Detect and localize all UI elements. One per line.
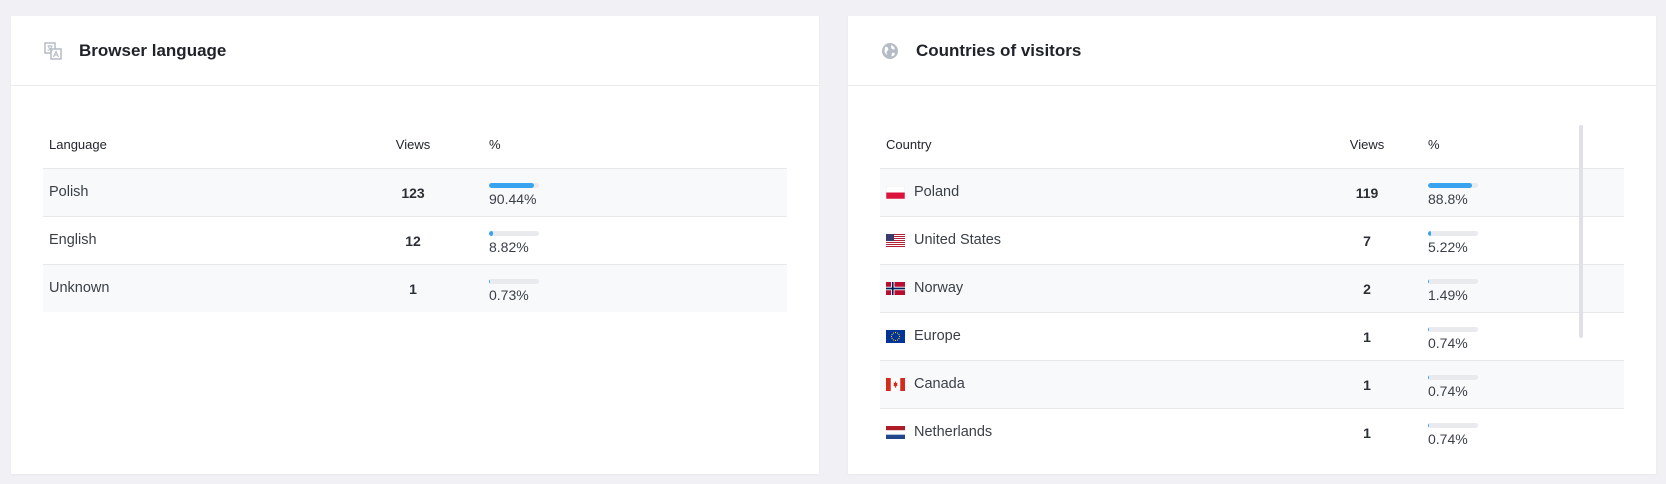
eu-flag-icon [886,330,905,344]
country-name: Poland [914,184,960,201]
language-name: Polish [49,184,89,201]
percent-value: 0.74% [1428,430,1468,447]
percent-value: 0.73% [489,286,529,303]
percent-cell: 1.49% [1422,264,1624,313]
percent-cell: 0.74% [1422,312,1624,361]
country-name: United States [914,232,1002,249]
percent-bar-fill [1428,278,1429,284]
percent-bar-fill [1428,374,1429,380]
percent-value: 0.74% [1428,334,1468,351]
percent-bar-fill [1428,422,1429,428]
country-name: Canada [914,376,965,393]
card-title: Countries of visitors [916,40,1082,60]
language-table-wrap: Language Views % Polish 123 90.44% English 1… [43,121,787,312]
language-name: English [49,232,97,249]
percent-bar [1428,182,1478,188]
browser-language-header: Browser language [11,16,819,86]
country-cell: United States [880,216,1312,265]
country-name: Norway [914,280,964,297]
percent-cell: 8.82% [483,216,787,265]
countries-table: Country Views % Poland 119 88.8% United Sta… [880,121,1624,456]
browser-language-card: Browser language Language Views % Polish… [11,16,819,474]
views-value: 2 [1312,264,1422,313]
countries-scrollbar[interactable] [1579,125,1583,338]
country-cell: Netherlands [880,409,1312,457]
percent-bar [1428,374,1478,380]
percent-value: 8.82% [489,238,529,255]
percent-value: 5.22% [1428,238,1468,255]
percent-bar-fill [1428,230,1431,236]
percent-cell: 5.22% [1422,216,1624,265]
percent-value: 88.8% [1428,190,1468,207]
percent-bar [1428,278,1478,284]
percent-cell: 88.8% [1422,168,1624,217]
column-header-views[interactable]: Views [1312,121,1422,169]
percent-cell: 90.44% [483,168,787,217]
percent-bar [489,230,539,236]
views-value: 1 [343,264,483,312]
percent-value: 0.74% [1428,382,1468,399]
percent-value: 90.44% [489,190,537,207]
percent-bar [1428,230,1478,236]
percent-cell: 0.73% [483,264,787,312]
percent-bar [489,182,539,188]
column-header-views[interactable]: Views [343,121,483,169]
table-row: Europe 1 0.74% [880,312,1624,361]
percent-bar [1428,326,1478,332]
language-cell: Polish [43,168,343,217]
views-value: 119 [1312,168,1422,217]
table-row: Canada 1 0.74% [880,360,1624,409]
table-row: Poland 119 88.8% [880,168,1624,217]
percent-value: 1.49% [1428,286,1468,303]
column-header-language[interactable]: Language [43,121,343,169]
table-header-row: Language Views % [43,121,787,169]
table-row: Norway 2 1.49% [880,264,1624,313]
language-table: Language Views % Polish 123 90.44% English 1… [43,121,787,312]
us-flag-icon [886,234,905,248]
country-name: Europe [914,328,961,345]
ca-flag-icon [886,378,905,392]
percent-bar-fill [1428,326,1429,332]
column-header-percent[interactable]: % [483,121,787,169]
views-value: 7 [1312,216,1422,265]
pl-flag-icon [886,186,905,200]
language-cell: Unknown [43,264,343,312]
percent-bar [489,278,539,284]
views-value: 12 [343,216,483,265]
country-cell: Norway [880,264,1312,313]
table-header-row: Country Views % [880,121,1624,169]
views-value: 1 [1312,360,1422,409]
percent-bar-fill [489,278,490,284]
table-row: Unknown 1 0.73% [43,264,787,312]
globe-icon [880,41,900,61]
country-cell: Europe [880,312,1312,361]
countries-table-wrap: Country Views % Poland 119 88.8% United Sta… [880,121,1624,456]
percent-bar-fill [489,182,535,188]
country-cell: Canada [880,360,1312,409]
no-flag-icon [886,282,905,296]
countries-card: Countries of visitors Country Views % Po… [848,16,1656,474]
percent-bar-fill [1428,182,1473,188]
country-cell: Poland [880,168,1312,217]
column-header-country[interactable]: Country [880,121,1312,169]
language-name: Unknown [49,280,110,297]
table-row: English 12 8.82% [43,216,787,265]
table-row: United States 7 5.22% [880,216,1624,265]
percent-bar [1428,422,1478,428]
column-header-percent[interactable]: % [1422,121,1624,169]
countries-header: Countries of visitors [848,16,1656,86]
translate-icon [43,41,63,61]
percent-bar-fill [489,230,494,236]
views-value: 123 [343,168,483,217]
table-row: Polish 123 90.44% [43,168,787,217]
percent-cell: 0.74% [1422,409,1624,457]
language-cell: English [43,216,343,265]
views-value: 1 [1312,312,1422,361]
card-title: Browser language [79,40,227,60]
table-row: Netherlands 1 0.74% [880,409,1624,457]
views-value: 1 [1363,424,1371,441]
nl-flag-icon [886,426,905,440]
percent-cell: 0.74% [1422,360,1624,409]
country-name: Netherlands [914,424,993,441]
